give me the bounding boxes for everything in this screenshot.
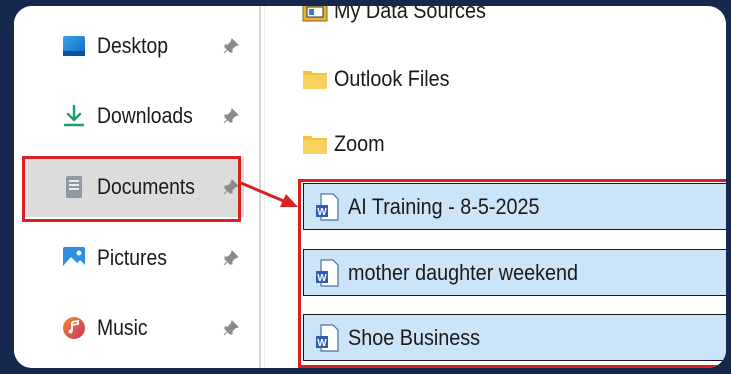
file-explorer-window: Desktop Downloads Documents Pictures Mus… (14, 6, 726, 368)
annotation-arrow (240, 181, 298, 207)
